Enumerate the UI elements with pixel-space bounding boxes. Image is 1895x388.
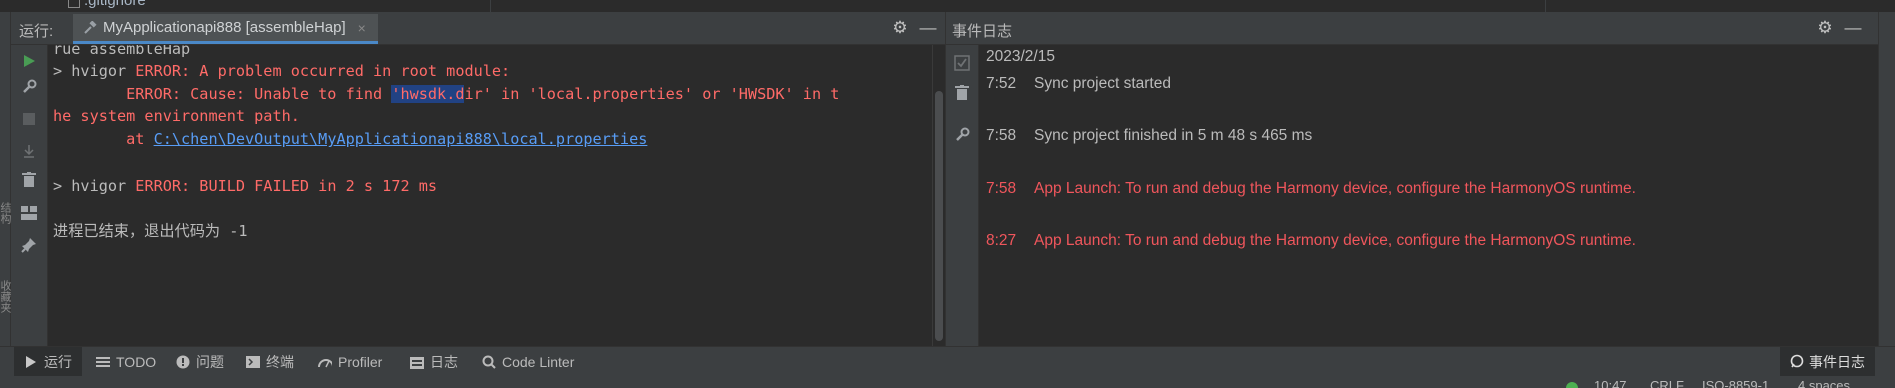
run-tab-title: MyApplicationapi888 [assembleHap]: [103, 19, 346, 36]
tab-todo-label: TODO: [116, 354, 157, 370]
event-log-toolbar: [946, 45, 979, 346]
status-indicator-icon: [1566, 382, 1578, 388]
tab-problems[interactable]: 问题: [176, 347, 224, 377]
console-error-text: ir' in 'local.properties' or 'HWSDK' in …: [464, 85, 840, 103]
tab-run[interactable]: 运行: [14, 347, 82, 377]
close-icon[interactable]: ×: [358, 20, 366, 36]
console-selection: 'hwsdk.d: [391, 85, 465, 103]
mark-all-read-icon[interactable]: [952, 53, 972, 73]
event-log-body[interactable]: 2023/2/15 7:52 Sync project started 7:58 S…: [979, 45, 1878, 346]
left-tool-strip: 结构 收藏夹: [0, 12, 11, 346]
run-console-output[interactable]: rue assembleHap > hvigor ERROR: A proble…: [48, 45, 932, 346]
tab-event-log[interactable]: 事件日志: [1780, 347, 1875, 377]
trash-icon[interactable]: [952, 83, 972, 103]
calendar-icon: [410, 355, 424, 369]
magnifier-icon: [482, 355, 496, 369]
console-line: > hvigor ERROR: BUILD FAILED in 2 s 172 …: [53, 173, 437, 201]
tab-problems-label: 问题: [196, 354, 224, 370]
tab-todo[interactable]: TODO: [96, 347, 156, 377]
event-time: 7:58: [986, 127, 1017, 144]
console-scrollbar[interactable]: [932, 45, 946, 346]
play-icon: [24, 355, 38, 369]
divider: [1545, 0, 1546, 12]
event-time: 7:58: [986, 180, 1017, 197]
event-text: Sync project finished in 5 m 48 s 465 ms: [1034, 127, 1313, 144]
console-line: 进程已结束，退出代码为 -1: [53, 222, 248, 240]
minimize-icon[interactable]: —: [1844, 19, 1862, 37]
speech-bubble-icon: [1790, 354, 1804, 371]
event-entry: 8:27 App Launch: To run and debug the Har…: [986, 232, 1636, 250]
console-error-text: ERROR: A problem occurred in root module…: [135, 62, 511, 80]
tab-profiler[interactable]: Profiler: [318, 347, 382, 377]
status-encoding[interactable]: ISO-8859-1: [1702, 378, 1769, 388]
gauge-icon: [318, 355, 332, 369]
console-error-text: ERROR: Cause: Unable to find: [53, 85, 392, 103]
layout-icon[interactable]: [19, 203, 39, 223]
tab-terminal-label: 终端: [266, 354, 294, 370]
scroll-to-end-icon[interactable]: [19, 141, 39, 161]
event-text: App Launch: To run and debug the Harmony…: [1034, 232, 1636, 249]
event-log-title: 事件日志: [952, 23, 1013, 40]
status-line-separator[interactable]: CRLF: [1650, 378, 1684, 388]
gear-icon[interactable]: ⚙: [1816, 19, 1834, 37]
status-indent[interactable]: 4 spaces: [1798, 378, 1850, 388]
tab-event-log-label: 事件日志: [1809, 354, 1865, 370]
top-editor-strip: .gitignore: [0, 0, 1895, 12]
event-log-date: 2023/2/15: [986, 48, 1055, 65]
tab-run-label: 运行: [44, 354, 72, 370]
event-time: 7:52: [986, 75, 1017, 92]
tab-log[interactable]: 日志: [410, 347, 458, 377]
run-toolbar: [11, 45, 48, 346]
divider: [490, 0, 491, 12]
tab-profiler-label: Profiler: [338, 354, 383, 370]
run-panel-header: 运行: MyApplicationapi888 [assembleHap] × …: [11, 12, 945, 45]
hammer-icon: [83, 19, 97, 35]
status-time[interactable]: 10:47: [1594, 378, 1627, 388]
tab-code-linter[interactable]: Code Linter: [482, 347, 574, 377]
event-entry: 7:52 Sync project started: [986, 75, 1171, 93]
list-icon: [96, 355, 110, 369]
trash-icon[interactable]: [19, 170, 39, 190]
wrench-icon[interactable]: [952, 125, 972, 145]
local-properties-link[interactable]: C:\chen\DevOutput\MyApplicationapi888\lo…: [154, 130, 648, 148]
event-log-header: 事件日志 ⚙ —: [946, 12, 1878, 45]
tab-terminal[interactable]: 终端: [246, 347, 294, 377]
console-error-text: at: [53, 130, 154, 148]
file-icon: [68, 0, 80, 8]
wrench-icon[interactable]: [19, 77, 39, 97]
gear-icon[interactable]: ⚙: [891, 19, 909, 37]
event-time: 8:27: [986, 232, 1017, 249]
console-error-text: ERROR: BUILD FAILED in 2 s 172 ms: [135, 177, 438, 195]
minimize-icon[interactable]: —: [919, 19, 937, 37]
info-icon: [176, 355, 190, 369]
run-config-tab[interactable]: MyApplicationapi888 [assembleHap] ×: [73, 14, 378, 44]
stop-icon[interactable]: [19, 109, 39, 129]
terminal-icon: [246, 355, 260, 369]
event-text: App Launch: To run and debug the Harmony…: [1034, 180, 1636, 197]
console-text: > hvigor: [53, 62, 136, 80]
event-entry: 7:58 App Launch: To run and debug the Har…: [986, 180, 1636, 198]
event-entry: 7:58 Sync project finished in 5 m 48 s 46…: [986, 127, 1312, 145]
run-panel-label: 运行:: [19, 23, 54, 40]
console-text: > hvigor: [53, 177, 136, 195]
status-bar: 10:47 CRLF ISO-8859-1 4 spaces: [0, 376, 1895, 388]
scrollbar-thumb[interactable]: [935, 91, 943, 341]
project-file-gitignore[interactable]: .gitignore: [84, 0, 146, 9]
event-text: Sync project started: [1034, 75, 1171, 92]
right-tool-strip: [1878, 12, 1895, 346]
pin-icon[interactable]: [19, 235, 39, 255]
console-line: at C:\chen\DevOutput\MyApplicationapi888…: [53, 126, 647, 154]
tool-window-bar: 运行 TODO 问题 终端 Profiler 日志 Code Linter 事件…: [0, 346, 1895, 377]
tab-code-linter-label: Code Linter: [502, 354, 575, 370]
tab-log-label: 日志: [430, 354, 458, 370]
rerun-icon[interactable]: [19, 51, 39, 71]
